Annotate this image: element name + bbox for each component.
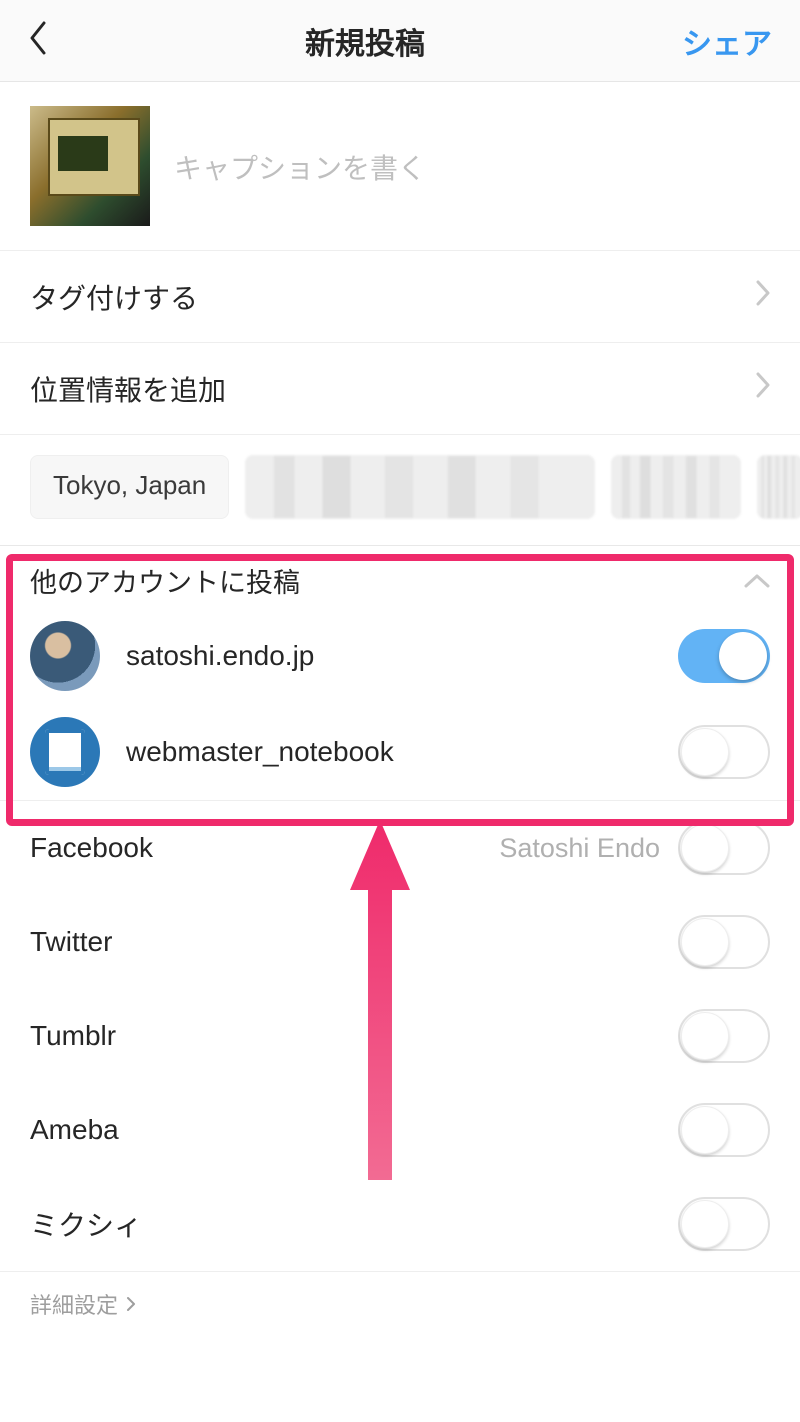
location-chip-tokyo[interactable]: Tokyo, Japan — [30, 455, 229, 519]
share-target-label: Ameba — [30, 1114, 119, 1146]
share-target-label: Twitter — [30, 926, 112, 958]
other-accounts-header[interactable]: 他のアカウントに投稿 — [0, 546, 800, 608]
share-toggle[interactable] — [678, 1103, 770, 1157]
account-name: webmaster_notebook — [126, 736, 652, 768]
location-chip-blurred[interactable] — [757, 455, 800, 519]
add-location-row[interactable]: 位置情報を追加 — [0, 343, 800, 435]
post-thumbnail[interactable] — [30, 106, 150, 226]
other-account-row: satoshi.endo.jp — [0, 608, 800, 704]
caption-input[interactable] — [174, 106, 770, 226]
add-location-label: 位置情報を追加 — [30, 369, 226, 409]
share-toggle[interactable] — [678, 915, 770, 969]
chevron-right-icon — [126, 1296, 136, 1312]
share-target-label: Tumblr — [30, 1020, 116, 1052]
share-target-row: Tumblr — [0, 989, 800, 1083]
share-button[interactable]: シェア — [682, 19, 772, 63]
location-suggestions: Tokyo, Japan — [0, 435, 800, 546]
account-toggle[interactable] — [678, 629, 770, 683]
location-chip-blurred[interactable] — [611, 455, 741, 519]
advanced-settings-label: 詳細設定 — [30, 1288, 118, 1320]
account-name: satoshi.endo.jp — [126, 640, 652, 672]
advanced-settings-row[interactable]: 詳細設定 — [0, 1271, 800, 1336]
share-target-row: ミクシィ — [0, 1177, 800, 1271]
tag-people-label: タグ付けする — [30, 277, 198, 317]
share-target-row: Ameba — [0, 1083, 800, 1177]
caption-row — [0, 82, 800, 251]
other-accounts-label: 他のアカウントに投稿 — [30, 561, 300, 600]
tag-people-row[interactable]: タグ付けする — [0, 251, 800, 343]
share-target-row: Twitter — [0, 895, 800, 989]
share-toggle[interactable] — [678, 821, 770, 875]
share-toggle[interactable] — [678, 1009, 770, 1063]
chevron-up-icon — [744, 565, 770, 596]
share-target-extra: Satoshi Endo — [499, 833, 660, 864]
share-target-row: Facebook Satoshi Endo — [0, 801, 800, 895]
back-button[interactable] — [28, 21, 48, 60]
share-target-label: ミクシィ — [30, 1204, 142, 1244]
account-toggle[interactable] — [678, 725, 770, 779]
share-toggle[interactable] — [678, 1197, 770, 1251]
header: 新規投稿 シェア — [0, 0, 800, 82]
other-account-row: webmaster_notebook — [0, 704, 800, 800]
avatar — [30, 621, 100, 691]
chevron-right-icon — [756, 280, 770, 313]
location-chip-blurred[interactable] — [245, 455, 595, 519]
share-target-label: Facebook — [30, 832, 153, 864]
avatar — [30, 717, 100, 787]
chevron-right-icon — [756, 372, 770, 405]
page-title: 新規投稿 — [48, 19, 682, 63]
